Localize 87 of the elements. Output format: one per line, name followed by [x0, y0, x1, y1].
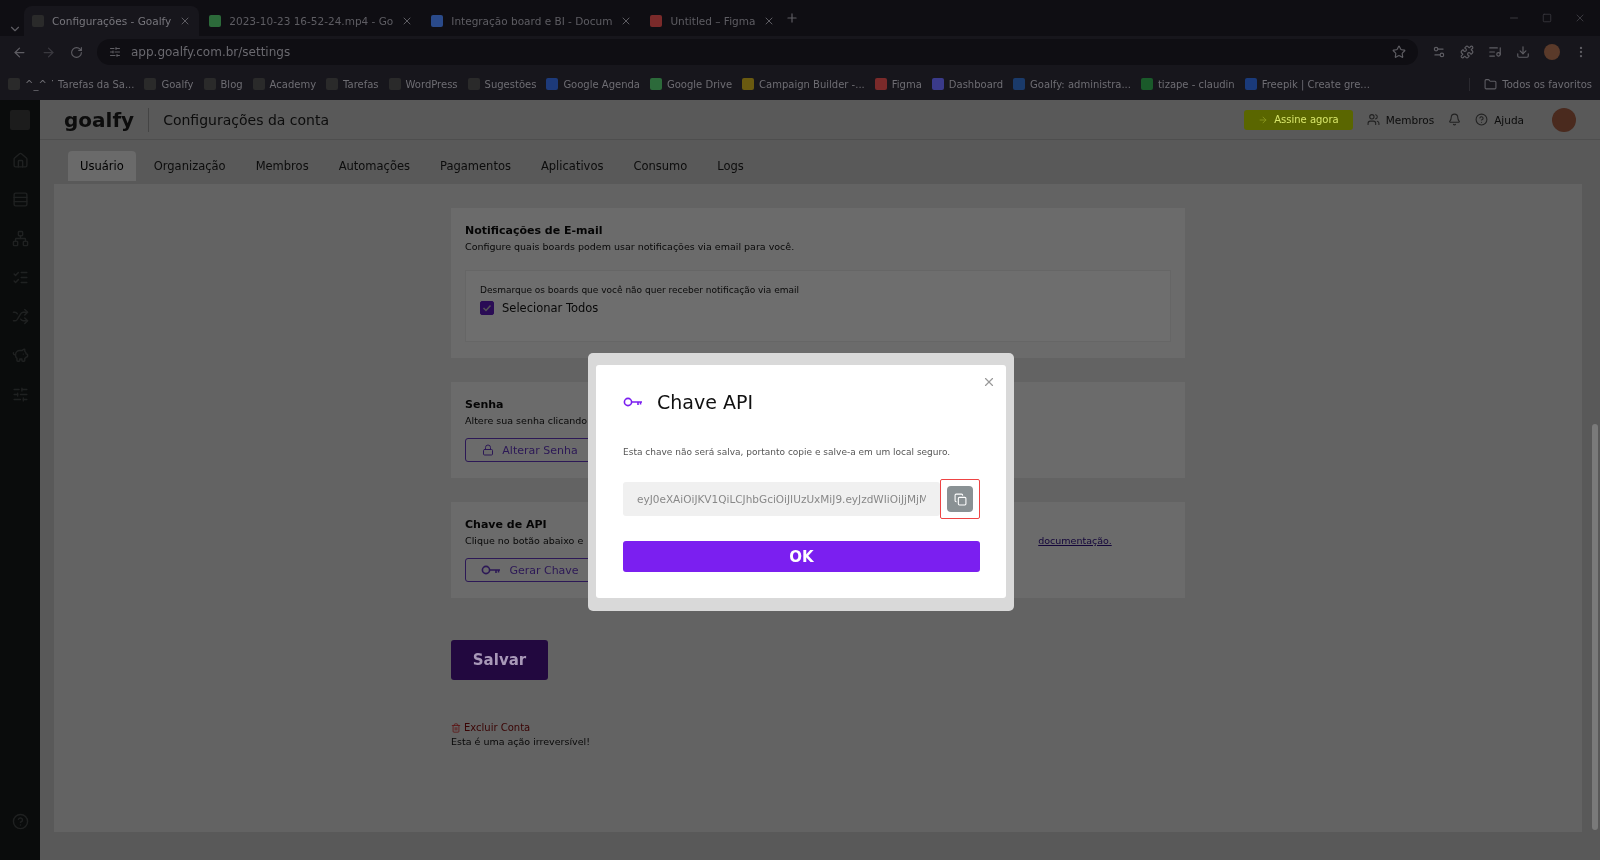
- favicon-icon: [546, 78, 559, 90]
- favicon-icon: [1244, 78, 1257, 90]
- favicon-icon: [209, 15, 222, 27]
- settings-tab[interactable]: Automações: [326, 151, 423, 181]
- bookmark[interactable]: Campaign Builder -...: [742, 78, 865, 90]
- trash-icon: [451, 722, 461, 733]
- favicon-icon: [431, 15, 444, 27]
- puzzle-icon[interactable]: [1460, 45, 1474, 59]
- section-description: Configure quais boards podem usar notificações via email para você.: [465, 241, 795, 252]
- browser-tab[interactable]: Integração board e BI - Docum: [423, 6, 641, 36]
- browser-tab[interactable]: Untitled – Figma: [642, 6, 784, 36]
- bookmark[interactable]: Figma: [874, 78, 922, 90]
- close-icon[interactable]: [1574, 12, 1586, 24]
- settings-tab[interactable]: Pagamentos: [428, 151, 523, 181]
- lock-icon: [482, 444, 495, 456]
- browser-tab[interactable]: 2023-10-23 16-52-24.mp4 - Go: [201, 6, 422, 36]
- all-bookmarks[interactable]: Todos os favoritos: [1469, 77, 1592, 91]
- reload-icon[interactable]: [70, 45, 83, 59]
- select-all-checkbox[interactable]: Selecionar Todos: [480, 301, 599, 315]
- section-description: Altere sua senha clicando: [465, 415, 588, 426]
- ok-button[interactable]: OK: [623, 541, 980, 572]
- settings-tab[interactable]: Usuário: [68, 151, 136, 181]
- favicon-icon: [874, 78, 887, 90]
- bell-icon[interactable]: [1448, 113, 1462, 126]
- bookmark[interactable]: ^_^ ˙ Tarefas da Sa...: [8, 78, 135, 90]
- scrollbar[interactable]: [1592, 424, 1598, 830]
- bookmark[interactable]: Sugestões: [467, 78, 537, 90]
- settings-tab[interactable]: Organização: [141, 151, 238, 181]
- site-settings-icon[interactable]: [109, 46, 121, 58]
- page-title: Configurações da conta: [163, 111, 330, 128]
- user-avatar[interactable]: [1552, 107, 1576, 132]
- bookmark[interactable]: Google Agenda: [546, 78, 640, 90]
- bookmark[interactable]: Blog: [203, 78, 243, 90]
- save-button[interactable]: Salvar: [451, 640, 548, 680]
- forward-icon[interactable]: [41, 44, 56, 60]
- help-icon: [1475, 113, 1489, 126]
- settings-tab[interactable]: Aplicativos: [528, 151, 616, 181]
- settings-tab[interactable]: Logs: [705, 151, 756, 181]
- section-title: Chave de API: [465, 518, 547, 531]
- new-tab-icon[interactable]: [785, 11, 800, 25]
- key-icon: [481, 565, 502, 575]
- help-link[interactable]: Ajuda: [1475, 113, 1524, 126]
- delete-account-link[interactable]: Excluir Conta: [451, 722, 1185, 733]
- bookmark[interactable]: Freepik | Create gre...: [1244, 78, 1370, 90]
- back-icon[interactable]: [12, 44, 27, 60]
- settings-tab[interactable]: Membros: [243, 151, 321, 181]
- bookmark[interactable]: WordPress: [388, 78, 458, 90]
- bookmark[interactable]: Google Drive: [650, 78, 733, 90]
- section-description: Clique no botão abaixo e: [465, 535, 584, 546]
- members-link[interactable]: Membros: [1366, 113, 1435, 126]
- logo: goalfy: [64, 107, 150, 132]
- favicon-icon: [650, 78, 662, 90]
- subscribe-button[interactable]: Assine agora: [1244, 109, 1353, 130]
- bookmark[interactable]: Academy: [252, 78, 317, 90]
- hint-text: Desmarque os boards que você não quer receber notificação via email: [480, 285, 800, 295]
- bookmark[interactable]: Goalfy: [144, 78, 194, 90]
- section-title: Senha: [465, 398, 504, 411]
- maximize-icon[interactable]: [1542, 13, 1552, 23]
- folder-icon: [1484, 77, 1498, 91]
- bookmark[interactable]: tizape - claudin: [1140, 78, 1235, 90]
- favicon-icon: [742, 78, 755, 90]
- download-icon[interactable]: [1516, 45, 1530, 59]
- bookmark[interactable]: Goalfy: administra...: [1013, 78, 1131, 90]
- users-icon: [1366, 113, 1380, 126]
- dialog-title: Chave API: [657, 391, 753, 413]
- bookmark[interactable]: Dashboard: [931, 78, 1004, 90]
- favicon-icon: [931, 78, 944, 90]
- key-icon: [623, 397, 643, 407]
- copy-button[interactable]: [940, 479, 980, 519]
- warning-text: Esta é uma ação irreversível!: [451, 736, 591, 747]
- browser-tab[interactable]: Configurações - Goalfy: [24, 6, 200, 36]
- checkbox[interactable]: [480, 301, 494, 315]
- settings-tab[interactable]: Consumo: [621, 151, 700, 181]
- dialog-note: Esta chave não será salva, portanto copie e salve-a em um local seguro.: [623, 447, 952, 457]
- favicon-icon: [1140, 78, 1153, 90]
- close-icon[interactable]: [982, 375, 996, 389]
- bookmark[interactable]: Tarefas: [326, 78, 379, 90]
- address-bar[interactable]: app.goalfy.com.br/settings: [97, 39, 1418, 65]
- favicon-icon: [1013, 78, 1026, 90]
- favicon-icon: [650, 15, 663, 27]
- section-title: Notificações de E-mail: [465, 224, 603, 237]
- check-icon: [482, 303, 492, 313]
- media-icon[interactable]: [1488, 45, 1502, 59]
- profile-avatar[interactable]: [1544, 44, 1560, 60]
- copy-icon: [947, 486, 973, 512]
- documentation-link[interactable]: documentação.: [1038, 535, 1112, 546]
- star-icon[interactable]: [1392, 45, 1406, 59]
